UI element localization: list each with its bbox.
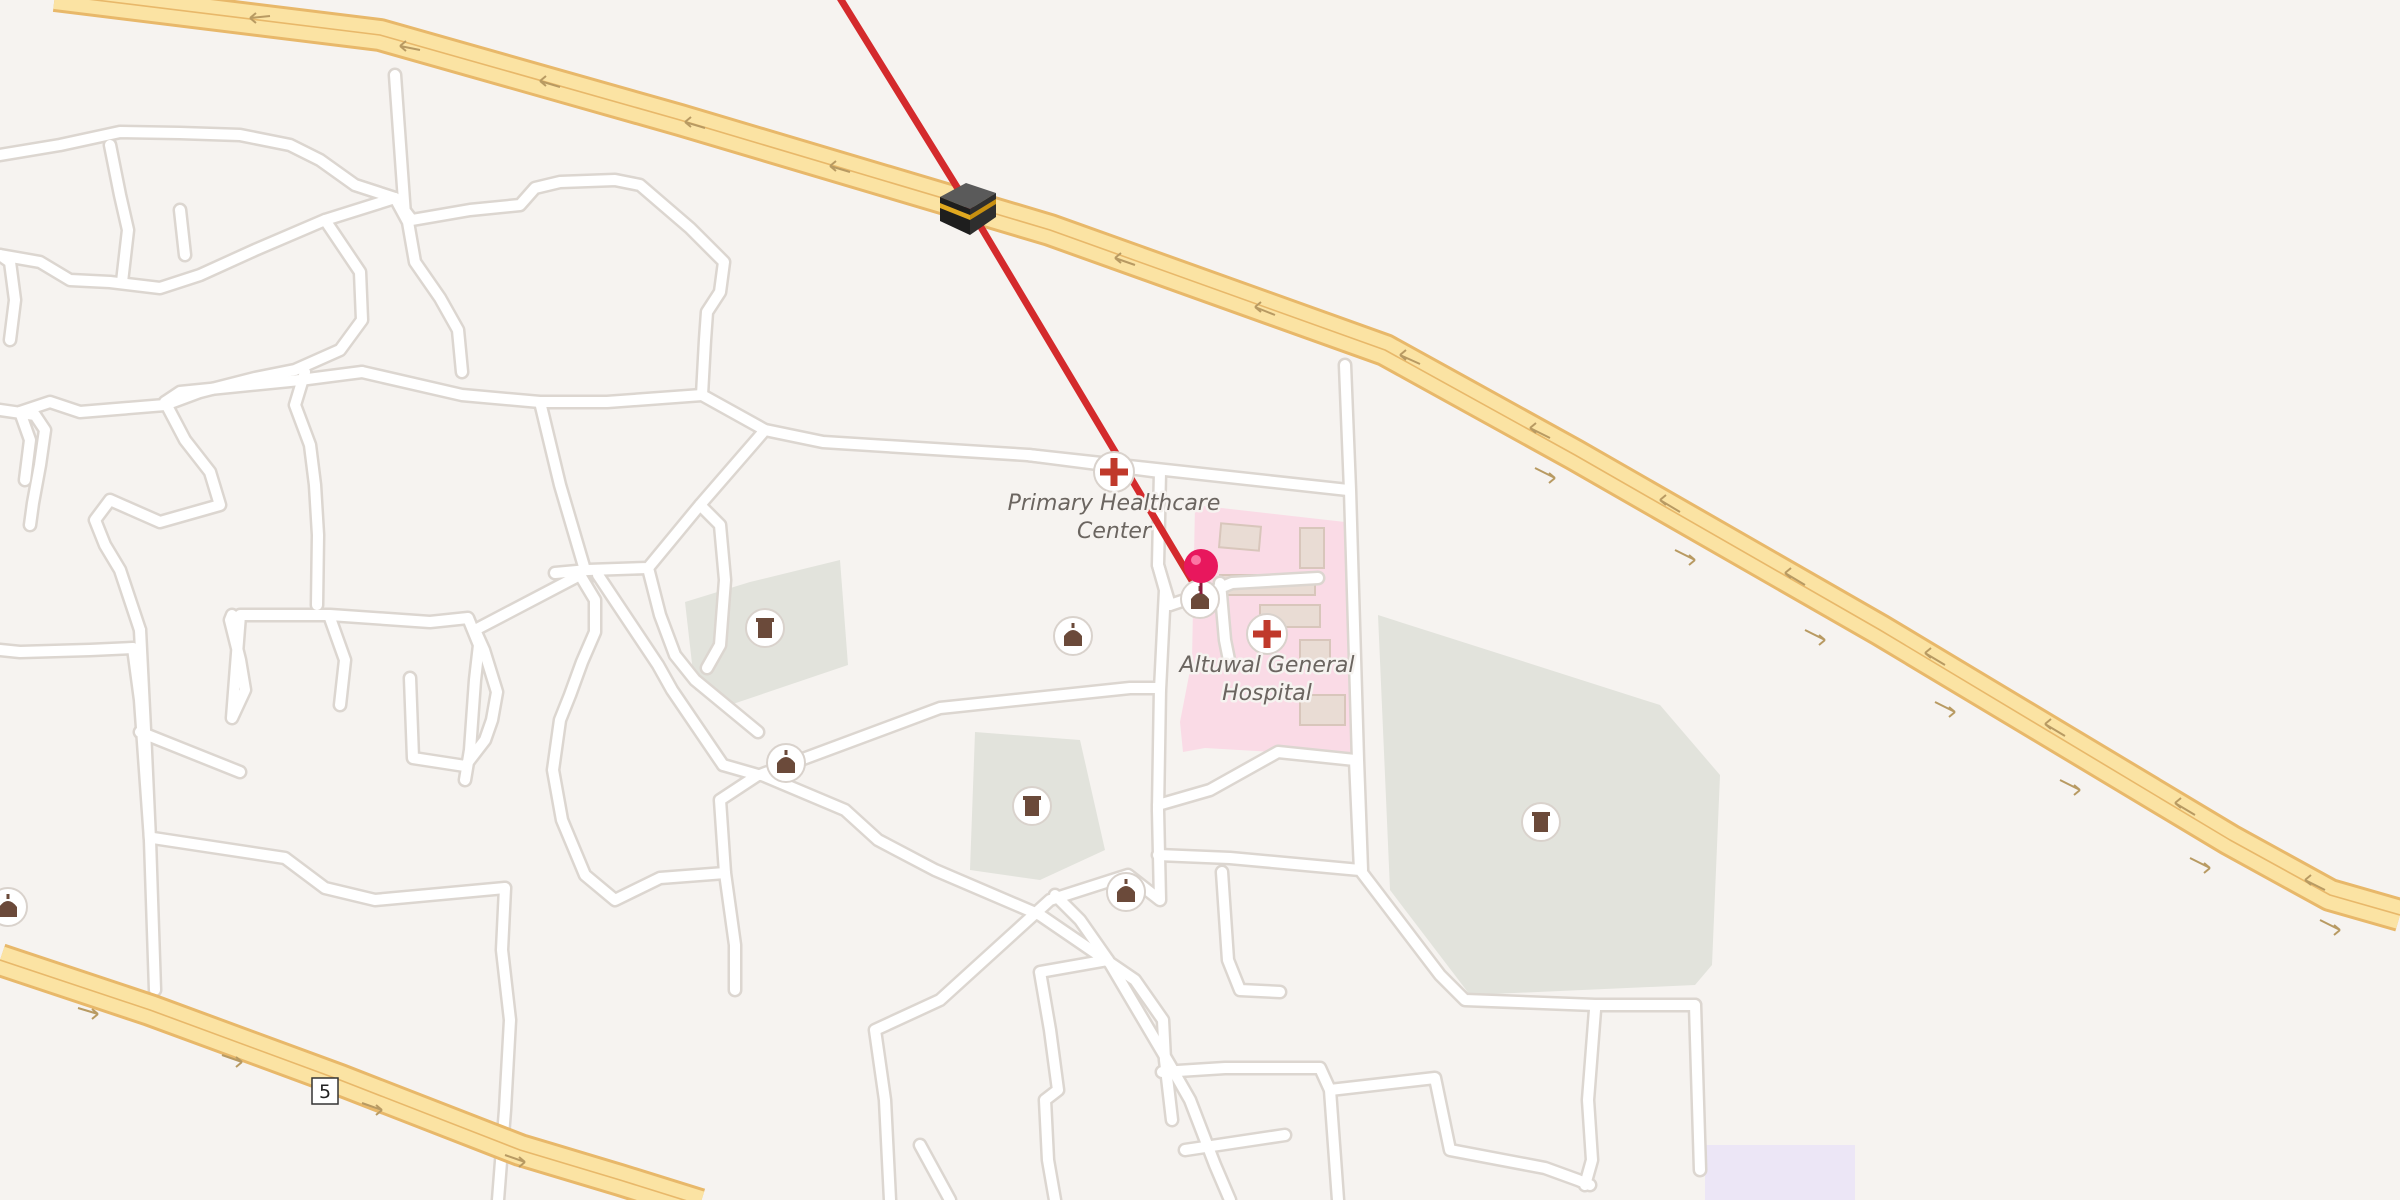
hospital-label-line2: Hospital (1222, 681, 1312, 706)
mosque-icon[interactable] (0, 887, 28, 927)
health-cross-icon[interactable] (1093, 451, 1135, 493)
landuse-layer (685, 505, 1855, 1200)
mosque-icon[interactable] (1053, 616, 1093, 656)
cemetery-icon[interactable] (1012, 786, 1052, 826)
highway-south (0, 943, 706, 1200)
hospital-label-line1: Altuwal General (1177, 653, 1354, 678)
route-shield: 5 (311, 1077, 339, 1105)
phc-label-line1: Primary Healthcare (1008, 491, 1221, 516)
mosque-icon[interactable] (766, 743, 806, 783)
landuse-patch (1705, 1145, 1855, 1200)
map-canvas[interactable]: 5 Primary Healthcare Center Altuwal Gene… (0, 0, 2400, 1200)
cemetery-icon[interactable] (745, 608, 785, 648)
health-cross-icon[interactable] (1246, 613, 1288, 655)
cemetery-icon[interactable] (1521, 802, 1561, 842)
mosque-icon[interactable] (1106, 872, 1146, 912)
phc-label-line2: Center (1077, 519, 1153, 544)
map-view[interactable]: 5 Primary Healthcare Center Altuwal Gene… (0, 0, 2400, 1200)
route-shield-number: 5 (319, 1081, 331, 1103)
